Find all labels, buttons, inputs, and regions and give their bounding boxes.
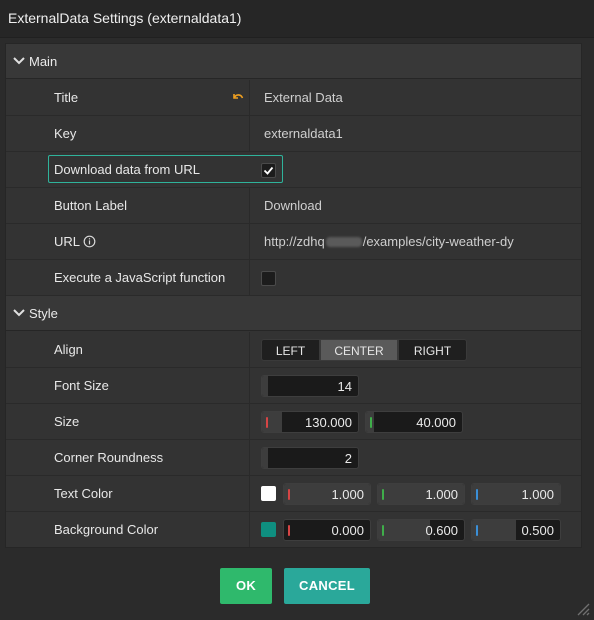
properties-panel: Main Title External Data Key externaldat…	[5, 43, 582, 548]
align-center-button[interactable]: CENTER	[320, 339, 398, 361]
url-value[interactable]: http://zdhq/examples/city-weather-dy	[264, 234, 514, 249]
row-corner-roundness: Corner Roundness 2	[6, 440, 581, 476]
download-checkbox[interactable]	[261, 163, 276, 178]
background-color-swatch[interactable]	[261, 522, 276, 537]
title-bar[interactable]: ExternalData Settings (externaldata1)	[0, 0, 594, 38]
background-color-g-value: 0.600	[425, 523, 458, 538]
font-size-input[interactable]: 14	[261, 375, 359, 397]
align-left-button[interactable]: LEFT	[261, 339, 320, 361]
text-color-b-value: 1.000	[521, 487, 554, 502]
resize-grip-icon[interactable]	[574, 600, 590, 616]
button-label-label: Button Label	[54, 198, 128, 213]
row-font-size: Font Size 14	[6, 368, 581, 404]
row-key: Key externaldata1	[6, 116, 581, 152]
text-color-swatch[interactable]	[261, 486, 276, 501]
corner-roundness-input[interactable]: 2	[261, 447, 359, 469]
download-label: Download data from URL	[54, 162, 200, 177]
revert-icon[interactable]	[231, 90, 245, 104]
background-color-label: Background Color	[54, 522, 159, 537]
text-color-g-input[interactable]: 1.000	[377, 483, 465, 505]
size-height-input[interactable]: 40.000	[365, 411, 463, 433]
align-label: Align	[54, 342, 83, 357]
text-color-r-value: 1.000	[331, 487, 364, 502]
url-label: URL	[54, 234, 81, 249]
size-width-input[interactable]: 130.000	[261, 411, 359, 433]
section-style-header[interactable]: Style	[6, 296, 581, 331]
background-color-g-input[interactable]: 0.600	[377, 519, 465, 541]
ok-button[interactable]: OK	[220, 568, 272, 604]
x-axis-marker	[266, 417, 268, 428]
row-execute-js: Execute a JavaScript function	[6, 260, 581, 296]
url-label-wrap: URL	[54, 234, 96, 249]
row-align: Align LEFT CENTER RIGHT	[6, 332, 581, 368]
row-title: Title External Data	[6, 80, 581, 116]
execute-js-checkbox[interactable]	[261, 271, 276, 286]
text-color-b-input[interactable]: 1.000	[471, 483, 561, 505]
dialog-title: ExternalData Settings (externaldata1)	[8, 10, 242, 26]
text-color-label: Text Color	[54, 486, 113, 501]
chevron-down-icon	[13, 57, 25, 65]
key-value[interactable]: externaldata1	[264, 126, 343, 141]
key-label: Key	[54, 126, 77, 141]
url-value-prefix: http://zdhq	[264, 234, 325, 249]
title-label: Title	[54, 90, 79, 105]
section-main-header[interactable]: Main	[6, 44, 581, 79]
corner-roundness-label: Corner Roundness	[54, 450, 164, 465]
align-right-button[interactable]: RIGHT	[398, 339, 467, 361]
background-color-r-input[interactable]: 0.000	[283, 519, 371, 541]
section-main-label: Main	[29, 54, 58, 69]
background-color-r-value: 0.000	[331, 523, 364, 538]
size-label: Size	[54, 414, 80, 429]
row-button-label: Button Label Download	[6, 188, 581, 224]
cancel-button[interactable]: CANCEL	[284, 568, 370, 604]
title-value[interactable]: External Data	[264, 90, 343, 105]
settings-dialog: ExternalData Settings (externaldata1) Ma…	[0, 0, 594, 620]
row-background-color: Background Color 0.000 0.600 0.500	[6, 512, 581, 547]
redacted-host	[325, 237, 362, 247]
size-width-value: 130.000	[305, 415, 352, 430]
size-height-value: 40.000	[416, 415, 456, 430]
background-color-b-input[interactable]: 0.500	[471, 519, 561, 541]
execute-js-label: Execute a JavaScript function	[54, 270, 226, 285]
row-url: URL http://zdhq/examples/city-weather-dy	[6, 224, 581, 260]
section-style-label: Style	[29, 306, 58, 321]
row-download: Download data from URL	[6, 152, 581, 188]
text-color-r-input[interactable]: 1.000	[283, 483, 371, 505]
align-segmented-control: LEFT CENTER RIGHT	[261, 339, 467, 361]
checkmark-icon	[263, 166, 274, 175]
y-axis-marker	[370, 417, 372, 428]
info-icon[interactable]	[83, 235, 96, 248]
font-size-label: Font Size	[54, 378, 109, 393]
chevron-down-icon	[13, 309, 25, 317]
text-color-g-value: 1.000	[425, 487, 458, 502]
row-text-color: Text Color 1.000 1.000 1.000	[6, 476, 581, 512]
background-color-b-value: 0.500	[521, 523, 554, 538]
url-value-suffix: /examples/city-weather-dy	[362, 234, 514, 249]
corner-roundness-value: 2	[344, 451, 352, 466]
font-size-value: 14	[337, 379, 352, 394]
row-size: Size 130.000 40.000	[6, 404, 581, 440]
button-label-value[interactable]: Download	[264, 198, 322, 213]
